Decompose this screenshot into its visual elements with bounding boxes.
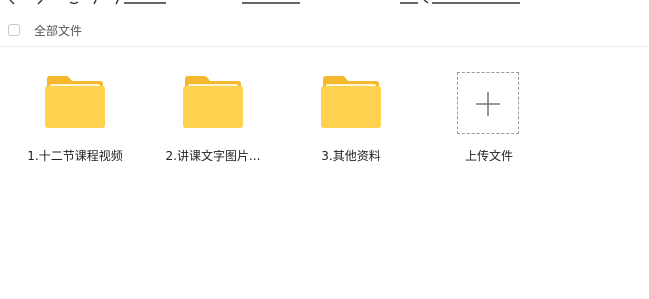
select-all-label: 全部文件 xyxy=(34,24,83,38)
file-name: 3.其他资料 xyxy=(321,149,381,163)
folder-icon xyxy=(321,76,381,128)
folder-item[interactable]: 1.十二节课程视频 xyxy=(15,67,135,167)
select-all-bar: 全部文件 xyxy=(0,16,649,47)
select-all-checkbox[interactable] xyxy=(8,24,20,36)
folder-item[interactable]: 3.其他资料 xyxy=(291,67,411,167)
upload-file-item[interactable]: 上传文件 xyxy=(429,67,549,167)
toolbar-cropped xyxy=(0,0,649,16)
folder-item[interactable]: 2.讲课文字图片... xyxy=(153,67,273,167)
toolbar-fragments xyxy=(9,0,520,5)
upload-label: 上传文件 xyxy=(464,149,513,163)
plus-icon xyxy=(476,92,500,116)
upload-button[interactable] xyxy=(457,72,519,134)
folder-icon xyxy=(45,76,105,128)
folder-icon xyxy=(183,76,243,128)
file-browser-page: 全部文件 1.十二节课程视频 2.讲课文字图片... 3.其他资料 上传文件 xyxy=(0,0,649,299)
file-name: 1.十二节课程视频 xyxy=(27,149,123,163)
file-name: 2.讲课文字图片... xyxy=(165,149,261,163)
